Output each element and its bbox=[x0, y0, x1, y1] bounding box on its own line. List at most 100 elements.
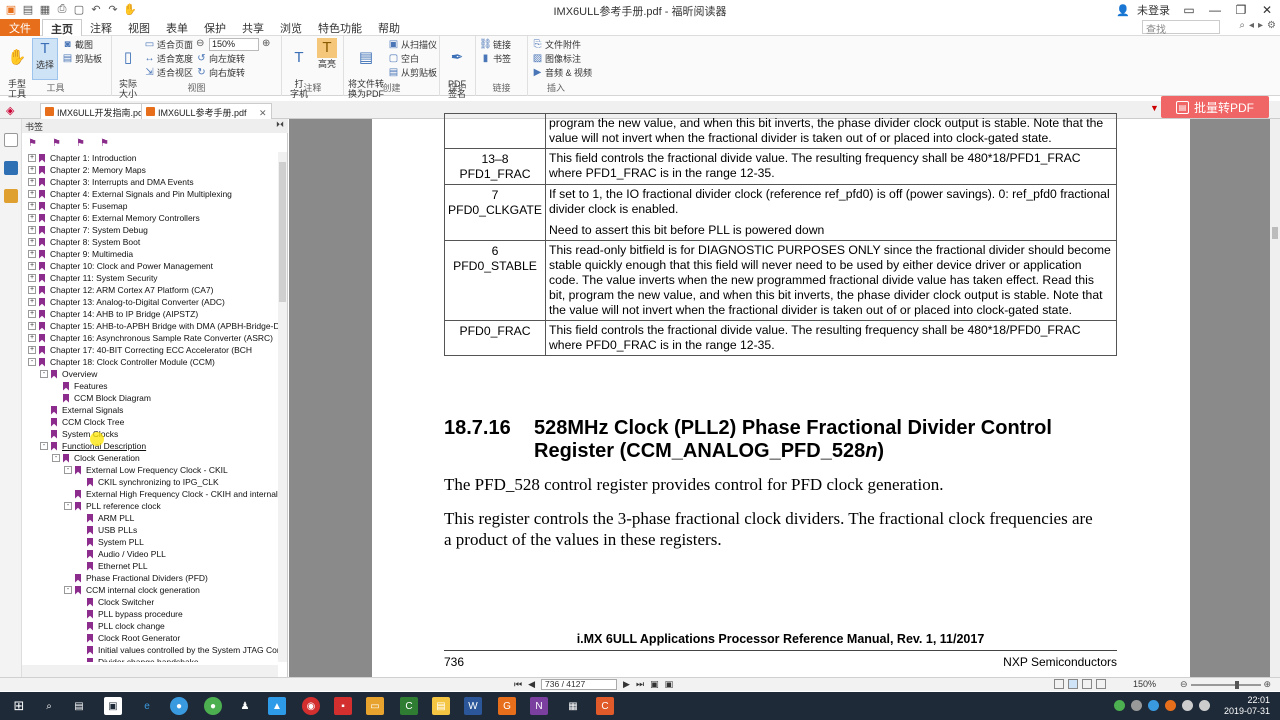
tray-volume-icon[interactable] bbox=[1199, 700, 1210, 711]
expand-icon[interactable]: + bbox=[28, 190, 36, 198]
bookmark-button[interactable]: ▮ 书签 bbox=[480, 52, 511, 65]
ribbon-toggle-icon[interactable]: ▭ bbox=[1176, 3, 1202, 17]
bookmarks-panel-icon[interactable] bbox=[4, 133, 18, 147]
doc-tab-dev-guide[interactable]: IMX6ULL开发指南.pdf bbox=[40, 103, 151, 119]
search-input[interactable]: 查找 bbox=[1142, 20, 1220, 36]
previous-page-icon[interactable]: ◀ bbox=[528, 679, 535, 690]
bookmark-item[interactable]: External Signals bbox=[40, 404, 123, 416]
collapse-icon[interactable]: - bbox=[64, 502, 72, 510]
expand-icon[interactable]: + bbox=[28, 166, 36, 174]
bookmark-item[interactable]: - CCM internal clock generation bbox=[64, 584, 200, 596]
store-icon[interactable]: ▣ bbox=[104, 697, 122, 715]
tray-network-icon[interactable] bbox=[1182, 700, 1193, 711]
bookmark-item[interactable]: + Chapter 10: Clock and Power Management bbox=[28, 260, 213, 272]
expand-icon[interactable]: + bbox=[28, 178, 36, 186]
link-button[interactable]: ⛓ 链接 bbox=[479, 38, 511, 51]
from-clipboard-button[interactable]: ▤ 从剪贴板 bbox=[388, 66, 437, 79]
expand-icon[interactable]: + bbox=[28, 154, 36, 162]
bookmark-item[interactable]: Ethernet PLL bbox=[76, 560, 148, 572]
tab-features[interactable]: 特色功能 bbox=[310, 19, 370, 36]
tab-help[interactable]: 帮助 bbox=[370, 19, 408, 36]
next-result-icon[interactable]: ▸ bbox=[1258, 20, 1263, 31]
tab-form[interactable]: 表单 bbox=[158, 19, 196, 36]
tray-blue-icon[interactable] bbox=[1148, 700, 1159, 711]
bookmark-item[interactable]: - External Low Frequency Clock - CKIL bbox=[64, 464, 228, 476]
image-annotation-button[interactable]: ▨ 图像标注 bbox=[532, 52, 581, 65]
collapse-icon[interactable]: - bbox=[64, 586, 72, 594]
fit-page-button[interactable]: ▭ 适合页面 bbox=[144, 38, 193, 51]
bookmark-item[interactable]: Clock Root Generator bbox=[76, 632, 180, 644]
select-tool-button[interactable]: T 选择 bbox=[32, 38, 58, 80]
start-page-icon[interactable]: ◈ bbox=[6, 104, 14, 117]
continuous-view-icon[interactable] bbox=[1068, 679, 1078, 689]
file-menu[interactable]: 文件 bbox=[0, 19, 40, 36]
blank-button[interactable]: ▢ 空白 bbox=[388, 52, 419, 65]
clipboard-button[interactable]: ▤ 剪贴板 bbox=[62, 52, 102, 65]
foxit-icon[interactable]: G bbox=[498, 697, 516, 715]
bookmark-item[interactable]: Initial values controlled by the System … bbox=[76, 644, 278, 656]
bookmark-item[interactable]: PLL clock change bbox=[76, 620, 165, 632]
previous-result-icon[interactable]: ◂ bbox=[1249, 20, 1254, 31]
bookmark-item[interactable]: + Chapter 15: AHB-to-APBH Bridge with DMA… bbox=[28, 320, 278, 332]
start-icon[interactable]: ⊞ bbox=[10, 697, 28, 715]
search-icon[interactable]: ⌕ bbox=[1239, 20, 1245, 31]
zoom-in-icon[interactable]: ⊕ bbox=[262, 38, 270, 49]
app-orange-icon[interactable]: C bbox=[596, 697, 614, 715]
close-button[interactable]: ✕ bbox=[1254, 3, 1280, 17]
bookmark-item[interactable]: ARM PLL bbox=[76, 512, 134, 524]
bookmark-item[interactable]: + Chapter 12: ARM Cortex A7 Platform (CA7… bbox=[28, 284, 213, 296]
screenshot-button[interactable]: ◙ 截图 bbox=[62, 38, 93, 51]
app-yellow-icon[interactable]: ▤ bbox=[432, 697, 450, 715]
expand-icon[interactable]: + bbox=[28, 274, 36, 282]
folder-icon[interactable]: ▭ bbox=[366, 697, 384, 715]
collapse-icon[interactable]: - bbox=[28, 358, 36, 366]
login-status[interactable]: 未登录 bbox=[1131, 2, 1176, 18]
app-c-icon[interactable]: C bbox=[400, 697, 418, 715]
browser-icon[interactable]: ● bbox=[170, 697, 188, 715]
bookmark-item[interactable]: + Chapter 9: Multimedia bbox=[28, 248, 133, 260]
search-icon[interactable]: ⌕ bbox=[40, 697, 58, 715]
settings-icon[interactable]: ⚙ bbox=[1267, 20, 1276, 31]
from-scanner-button[interactable]: ▣ 从扫描仪 bbox=[388, 38, 437, 51]
expand-icon[interactable]: + bbox=[28, 250, 36, 258]
expand-icon[interactable]: + bbox=[28, 262, 36, 270]
taskbar-clock[interactable]: 22:01 2019-07-31 bbox=[1224, 695, 1270, 717]
netease-icon[interactable]: ◉ bbox=[302, 697, 320, 715]
collapse-icon[interactable]: - bbox=[52, 454, 60, 462]
bookmark-item[interactable]: CCM Clock Tree bbox=[40, 416, 124, 428]
edge-icon[interactable]: e bbox=[138, 697, 156, 715]
scrollbar-thumb[interactable] bbox=[279, 162, 286, 302]
onenote-icon[interactable]: N bbox=[530, 697, 548, 715]
highlight-button[interactable]: T 高亮 bbox=[314, 38, 340, 69]
bookmark-item[interactable]: - PLL reference clock bbox=[64, 500, 161, 512]
zoom-slider-knob[interactable] bbox=[1234, 680, 1239, 689]
expand-icon[interactable]: + bbox=[28, 226, 36, 234]
collapse-icon[interactable]: - bbox=[40, 442, 48, 450]
tab-comment[interactable]: 注释 bbox=[82, 19, 120, 36]
doc-tab-reference-manual[interactable]: IMX6ULL参考手册.pdf ✕ bbox=[141, 103, 272, 119]
bookmark-item[interactable]: Features bbox=[52, 380, 108, 392]
bookmark-item[interactable]: + Chapter 1: Introduction bbox=[28, 152, 136, 164]
tab-browse[interactable]: 浏览 bbox=[272, 19, 310, 36]
layers-panel-icon[interactable] bbox=[4, 189, 18, 203]
expand-icon[interactable]: + bbox=[28, 334, 36, 342]
batch-convert-button[interactable]: ▤ 批量转PDF bbox=[1161, 96, 1269, 118]
first-page-icon[interactable]: ⏮ bbox=[514, 679, 522, 690]
bookmark-item[interactable]: + Chapter 5: Fusemap bbox=[28, 200, 127, 212]
tab-list-icon[interactable]: ▼ bbox=[1150, 103, 1159, 113]
bookmark-item[interactable]: + Chapter 17: 40-BIT Correcting ECC Accel… bbox=[28, 344, 252, 356]
expand-icon[interactable]: + bbox=[28, 322, 36, 330]
next-view-icon[interactable]: ▣ bbox=[665, 679, 674, 690]
prev-view-icon[interactable]: ▣ bbox=[650, 679, 659, 690]
close-tab-icon[interactable]: ✕ bbox=[259, 108, 267, 118]
continuous-facing-view-icon[interactable] bbox=[1096, 679, 1106, 689]
expand-icon[interactable]: + bbox=[28, 214, 36, 222]
bookmark-item[interactable]: - Overview bbox=[40, 368, 97, 380]
expand-icon[interactable]: + bbox=[28, 346, 36, 354]
bookmark-item[interactable]: Clock Switcher bbox=[76, 596, 154, 608]
bookmark-item[interactable]: + Chapter 7: System Debug bbox=[28, 224, 148, 236]
bookmark-item[interactable]: + Chapter 6: External Memory Controllers bbox=[28, 212, 200, 224]
word-icon[interactable]: W bbox=[464, 697, 482, 715]
user-icon[interactable]: 👤 bbox=[1115, 4, 1131, 17]
minimize-button[interactable]: — bbox=[1202, 3, 1228, 17]
